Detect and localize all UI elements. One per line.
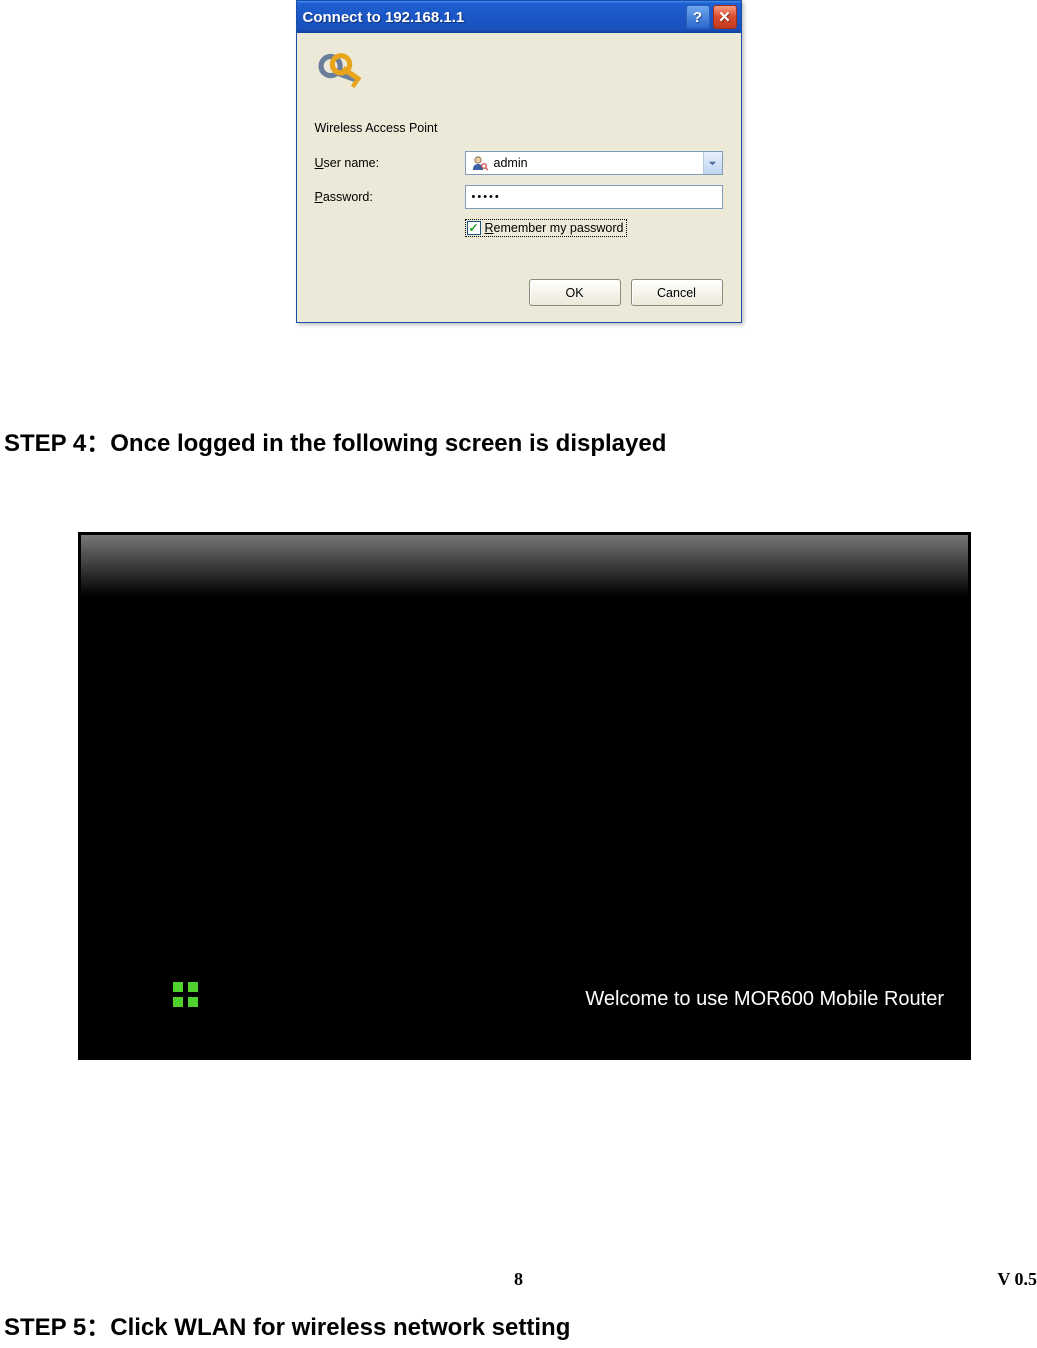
user-icon [471,154,489,172]
help-icon: ? [693,9,702,26]
username-label: User name: [315,156,465,170]
check-icon: ✓ [468,222,478,234]
username-value: admin [494,156,703,170]
welcome-top-band [81,535,968,597]
dialog-title: Connect to 192.168.1.1 [303,9,683,26]
connect-dialog: Connect to 192.168.1.1 ? ✕ Wireless Acce… [296,0,742,323]
version-label: V 0.5 [997,1269,1037,1290]
password-mask: ••••• [472,191,501,203]
cancel-button[interactable]: Cancel [631,279,723,306]
username-combobox[interactable]: admin [465,151,723,175]
dialog-body: Wireless Access Point User name: admin [297,33,741,322]
welcome-text: Welcome to use MOR600 Mobile Router [585,988,944,1011]
username-dropdown-button[interactable] [703,152,722,174]
password-field[interactable]: ••••• [465,185,723,209]
green-dots-icon [173,982,198,1007]
close-button[interactable]: ✕ [713,5,737,29]
realm-label: Wireless Access Point [315,121,723,135]
router-welcome-screenshot: Welcome to use MOR600 Mobile Router [78,532,971,1060]
username-row: User name: admin [315,151,723,175]
dialog-titlebar[interactable]: Connect to 192.168.1.1 ? ✕ [297,1,741,33]
close-icon: ✕ [718,8,731,26]
ok-button[interactable]: OK [529,279,621,306]
password-row: Password: ••••• [315,185,723,209]
help-button[interactable]: ? [686,5,710,29]
chevron-down-icon [708,159,717,168]
checkbox-box: ✓ [467,221,481,235]
step-4-heading: STEP 4：Once logged in the following scre… [4,423,1027,458]
password-label: Password: [315,190,465,204]
remember-password-label: Remember my password [485,221,624,235]
dialog-button-row: OK Cancel [315,279,723,306]
step-5-heading: STEP 5：Click WLAN for wireless network s… [4,1307,570,1342]
keys-icon [315,47,367,99]
page-number: 8 [514,1269,523,1290]
remember-password-checkbox[interactable]: ✓ Remember my password [465,219,628,237]
